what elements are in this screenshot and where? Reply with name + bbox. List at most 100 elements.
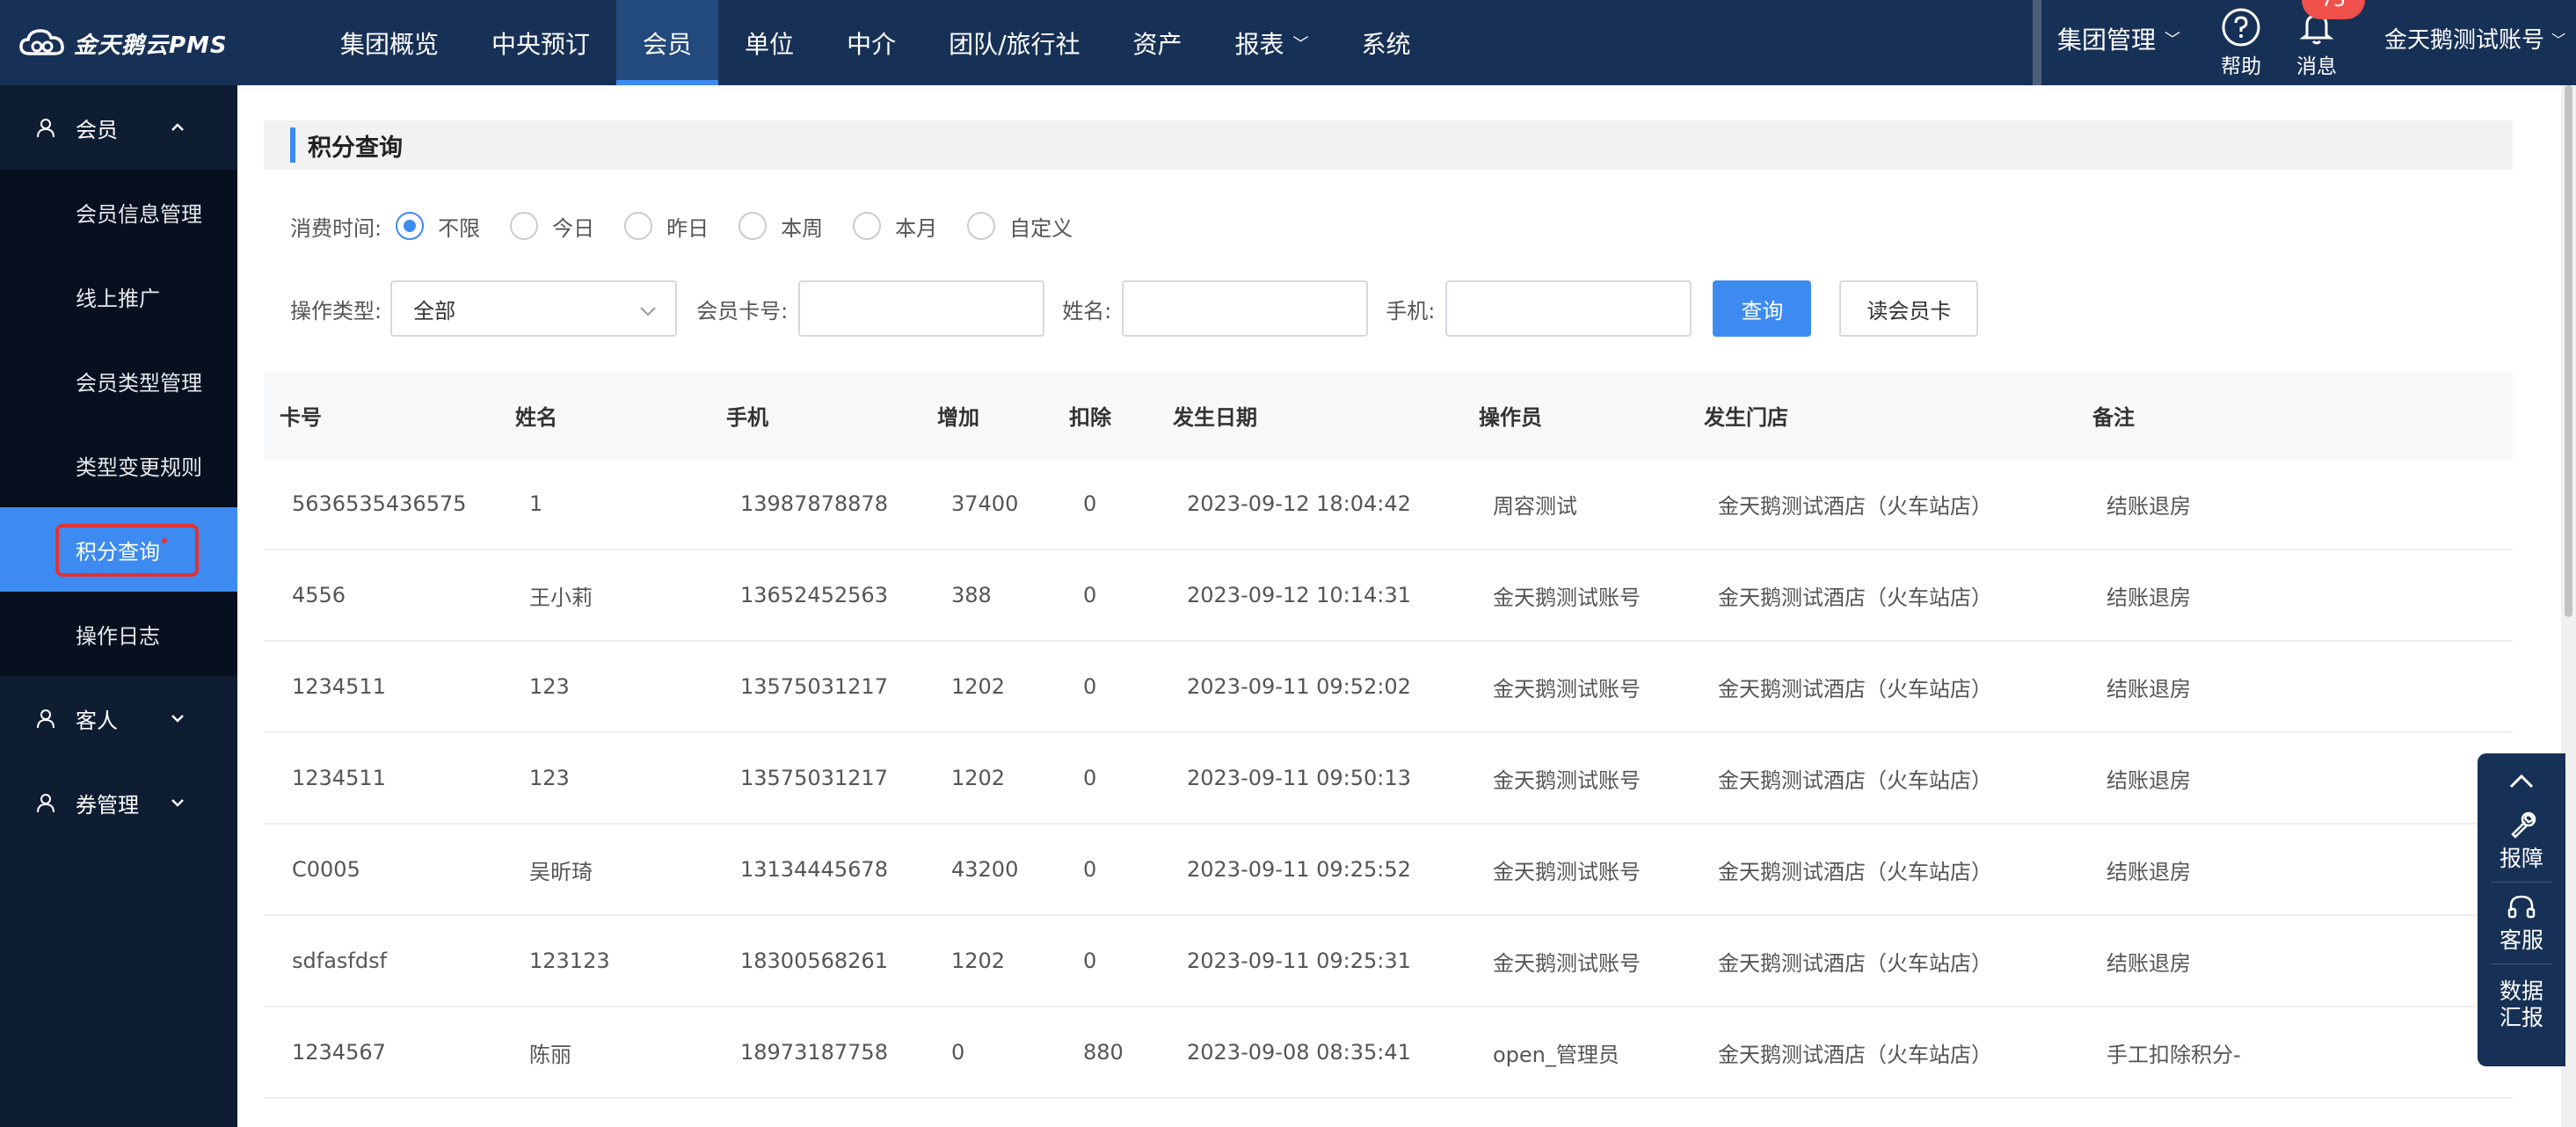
table-row[interactable]: 4556 王小莉 13652452563 388 0 2023-09-12 10:14:3… [264,550,2513,642]
sidebar-item-label: 操作日志 [76,623,160,649]
radio-yesterday[interactable]: 昨日 [624,211,709,242]
table-cell: open_管理员 [1493,1042,1619,1067]
table-row[interactable]: 1234511 123 13575031217 1202 0 2023-09-11 09:… [264,642,2513,733]
table-cell: 13575031217 [740,766,888,790]
table-cell: 0 [1083,583,1097,607]
nav-item-reports[interactable]: 报表 ﹀ [1209,0,1335,85]
card-number-input[interactable] [798,280,1045,337]
radio-this-month[interactable]: 本月 [853,211,937,242]
column-header: 发生日期 [1173,405,1257,430]
nav-label: 中央预订 [491,29,591,59]
table-cell: 王小莉 [529,585,593,610]
column-header: 操作员 [1479,405,1542,430]
column-header: 增加 [937,405,979,430]
sidebar-item-online-promotion[interactable]: 线上推广 [0,254,237,338]
main-content: 积分查询 消费时间: 不限 今日 昨日 本周 本月 自定义 操作类型: 全部 会… [237,85,2576,1127]
sidebar-group-label: 客人 [76,708,118,733]
report-issue-button[interactable]: 报障 [2500,810,2543,873]
read-member-card-button[interactable]: 读会员卡 [1839,280,1979,337]
table-cell: 880 [1083,1040,1124,1065]
nav-label: 集团概览 [340,29,440,59]
radio-this-week[interactable]: 本周 [739,211,823,242]
scrollbar-thumb[interactable] [2565,85,2572,617]
table-row[interactable]: 1234511 123 13575031217 1202 0 2023-09-11 09:… [264,733,2513,825]
table-cell: 123 [529,766,570,790]
main-nav: 集团概览 中央预订 会员 单位 中介 团队/旅行社 资产 报表 ﹀ 系统 [314,0,1437,85]
sidebar-item-operation-log[interactable]: 操作日志 [0,592,237,676]
sidebar-group-coupon[interactable]: 券管理 [0,760,237,845]
help-button[interactable]: 帮助 [2221,0,2261,85]
customer-service-button[interactable]: 客服 [2500,891,2543,955]
scroll-top-button[interactable] [2506,766,2537,797]
radio-today[interactable]: 今日 [510,211,594,242]
table-row[interactable]: 5636535436575 1 13987878878 37400 0 2023-09-1… [264,459,2513,550]
topbar-divider [2033,0,2041,85]
table-cell: 结账退房 [2107,859,2191,884]
table-cell: 0 [1083,949,1097,973]
sidebar-item-label: 会员类型管理 [76,370,202,396]
sidebar-group-label: 券管理 [76,792,139,818]
name-label: 姓名: [1062,298,1112,324]
radio-icon [624,212,653,240]
page-title: 积分查询 [308,134,403,162]
table-cell: 手工扣除积分- [2107,1042,2241,1067]
radio-custom[interactable]: 自定义 [967,211,1073,242]
sidebar-item-member-info[interactable]: 会员信息管理 [0,170,237,254]
group-management-dropdown[interactable]: 集团管理 ﹀ [2057,0,2180,76]
customer-service-label: 客服 [2499,927,2543,953]
table-cell: 结账退房 [2107,493,2191,519]
table-cell: 13575031217 [740,674,888,699]
search-filter-row: 操作类型: 全部 会员卡号: 姓名: 手机: 查询 读会员卡 [290,280,1979,337]
sidebar-group-guest[interactable]: 客人 [0,676,237,760]
table-cell: 0 [951,1040,965,1065]
table-cell: 2023-09-12 10:14:31 [1187,583,1411,607]
nav-item-group-travel[interactable]: 团队/旅行社 [922,0,1106,85]
report-issue-label: 报障 [2499,846,2543,871]
table-cell: 2023-09-11 09:25:31 [1187,949,1411,973]
sidebar-item-member-type[interactable]: 会员类型管理 [0,338,237,423]
table-cell: 18300568261 [740,949,888,973]
radio-unlimited[interactable]: 不限 [396,211,480,242]
table-cell: 0 [1083,766,1097,790]
sidebar-item-points-query[interactable]: 积分查询 [0,507,237,592]
phone-input[interactable] [1445,280,1692,337]
nav-item-member[interactable]: 会员 [616,0,719,85]
radio-icon [853,212,882,240]
table-body: 5636535436575 1 13987878878 37400 0 2023-09-1… [264,459,2513,1099]
account-dropdown[interactable]: 金天鹅测试账号 ﹀ [2384,0,2565,76]
table-row[interactable]: sdfasfdsf 123123 18300568261 1202 0 2023-09-1… [264,916,2513,1007]
nav-item-central-booking[interactable]: 中央预订 [465,0,616,85]
table-cell: 金天鹅测试酒店（火车站店） [1718,493,1992,519]
nav-item-company[interactable]: 单位 [718,0,820,85]
nav-label: 系统 [1361,29,1411,59]
nav-item-group-overview[interactable]: 集团概览 [314,0,465,85]
chevron-down-icon: ﹀ [1292,34,1309,54]
table-row[interactable]: C0005 吴昕琦 13134445678 43200 0 2023-09-11 09:2… [264,825,2513,916]
table-row[interactable]: 1234567 陈丽 18973187758 0 880 2023-09-08 08:35… [264,1007,2513,1099]
table-cell: 0 [1083,491,1097,516]
table-cell: 1 [529,491,543,516]
name-input[interactable] [1122,280,1369,337]
data-report-button[interactable]: 数据 汇报 [2500,978,2543,1031]
sidebar-item-type-change-rules[interactable]: 类型变更规则 [0,423,237,507]
table-cell: 0 [1083,857,1097,882]
app-logo[interactable]: 金天鹅云PMS [18,21,228,65]
nav-item-system[interactable]: 系统 [1335,0,1437,85]
chevron-down-icon [171,715,184,723]
help-icon [2222,8,2260,46]
table-cell: 43200 [951,857,1019,882]
table-cell: 金天鹅测试账号 [1493,585,1641,610]
message-count-badge: 75 [2302,0,2365,19]
table-cell: 1234511 [292,766,386,790]
column-header: 手机 [726,405,768,430]
divider [2491,882,2552,883]
nav-item-agency[interactable]: 中介 [820,0,922,85]
search-button[interactable]: 查询 [1713,280,1812,337]
op-type-select[interactable]: 全部 [390,280,678,337]
nav-item-assets[interactable]: 资产 [1107,0,1209,85]
table-cell: 金天鹅测试酒店（火车站店） [1718,767,1992,793]
table-cell: 1202 [951,674,1006,699]
time-filter-label: 消费时间: [290,215,382,241]
card-number-label: 会员卡号: [696,298,789,324]
sidebar-group-member[interactable]: 会员 [0,85,237,170]
